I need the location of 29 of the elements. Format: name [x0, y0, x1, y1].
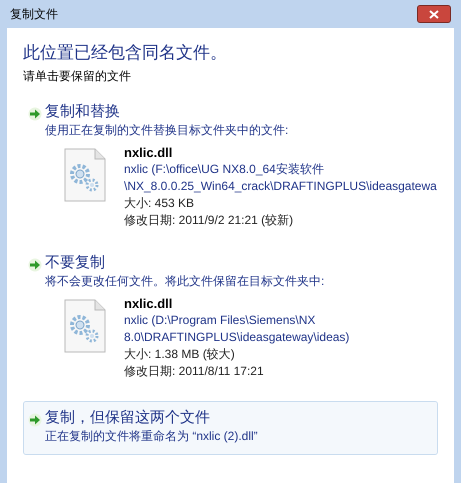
- option-description: 正在复制的文件将重命名为 “nxlic (2).dll”: [45, 428, 258, 444]
- file-name: nxlic.dll: [124, 295, 174, 312]
- instruction: 请单击要保留的文件: [23, 68, 132, 85]
- file-location: nxlic (F:\office\UG NX8.0_64安装软件: [124, 161, 325, 178]
- file-modified-date: 修改日期: 2011/9/2 21:21 (较新): [124, 212, 294, 229]
- copy-option[interactable]: 不要复制 将不会更改任何文件。将此文件保留在目标文件夹中: nxlic.dll nxlic (D:\Program Files\Siemens\NX 8.0\DRAFTINGPLUS\ideasgateway\ideas) 大小: 1.38 MB (较大) 修改日期: 2011/8/11 17:21: [23, 246, 438, 387]
- option-title: 复制，但保留这两个文件: [45, 408, 211, 428]
- file-location: 8.0\DRAFTINGPLUS\ideasgateway\ideas): [124, 329, 350, 346]
- window-title: 复制文件: [10, 6, 58, 23]
- file-name: nxlic.dll: [124, 144, 174, 161]
- option-title: 不要复制: [45, 253, 106, 273]
- file-gear-icon: [64, 148, 106, 202]
- close-icon: [429, 10, 439, 18]
- file-size: 大小: 453 KB: [124, 195, 196, 212]
- option-description: 使用正在复制的文件替换目标文件夹中的文件:: [45, 122, 288, 138]
- arrow-icon: [28, 107, 42, 121]
- arrow-icon: [28, 413, 42, 427]
- file-size: 大小: 1.38 MB (较大): [124, 346, 236, 363]
- close-button[interactable]: [417, 5, 451, 23]
- file-modified-date: 修改日期: 2011/8/11 17:21: [124, 363, 265, 380]
- option-title: 复制和替换: [45, 102, 121, 122]
- option-description: 将不会更改任何文件。将此文件保留在目标文件夹中:: [45, 273, 324, 289]
- heading: 此位置已经包含同名文件。: [23, 42, 228, 64]
- file-location: \NX_8.0.0.25_Win64_crack\DRAFTINGPLUS\ideasgatewa: [124, 178, 437, 195]
- file-gear-icon: [64, 299, 106, 353]
- arrow-icon: [28, 258, 42, 272]
- file-location: nxlic (D:\Program Files\Siemens\NX: [124, 312, 316, 329]
- copy-option[interactable]: 复制和替换 使用正在复制的文件替换目标文件夹中的文件: nxlic.dll nxlic (F:\office\UG NX8.0_64安装软件 \NX_8.0.0.25_Win64_crack\DRAFTINGPLUS\ideasgatewa 大小: 453 KB 修改日期: 2011/9/2 21:21 (较新): [23, 95, 438, 236]
- copy-option[interactable]: 复制，但保留这两个文件 正在复制的文件将重命名为 “nxlic (2).dll”: [23, 401, 438, 455]
